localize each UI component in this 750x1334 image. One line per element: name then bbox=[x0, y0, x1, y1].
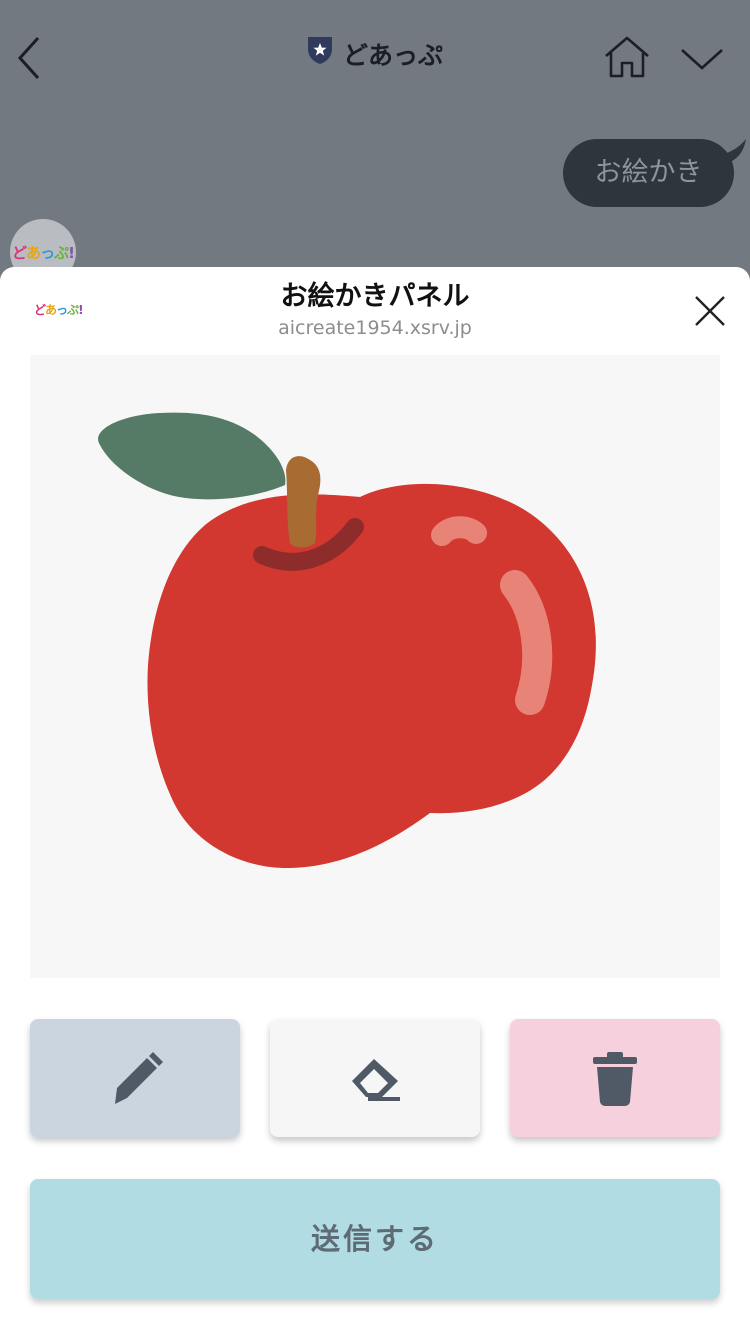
close-button[interactable] bbox=[690, 291, 730, 331]
eraser-icon bbox=[352, 1059, 400, 1101]
apple-drawing bbox=[98, 412, 596, 869]
stem-stroke bbox=[286, 456, 321, 548]
panel-domain: aicreate1954.xsrv.jp bbox=[278, 317, 472, 339]
message-bubble: お絵かき bbox=[563, 139, 734, 207]
home-button[interactable] bbox=[600, 34, 654, 82]
close-icon bbox=[695, 296, 725, 326]
bot-logo: どあっぷ! bbox=[12, 243, 75, 262]
bubble-tail bbox=[716, 139, 746, 165]
drawing-panel-sheet: どあっぷ! お絵かきパネル aicreate1954.xsrv.jp 送信する bbox=[0, 267, 750, 1334]
drawing-canvas[interactable] bbox=[30, 355, 720, 978]
shield-star-icon bbox=[307, 35, 333, 79]
chat-background: どあっぷ お絵かき どあっぷ! bbox=[0, 0, 750, 300]
highlight-dot-stroke bbox=[431, 516, 487, 546]
menu-toggle-button[interactable] bbox=[678, 40, 726, 80]
leaf-stroke bbox=[98, 412, 286, 500]
chevron-down-icon bbox=[681, 49, 723, 70]
trash-icon bbox=[593, 1052, 637, 1106]
eraser-tool-button[interactable] bbox=[270, 1019, 480, 1137]
pencil-icon bbox=[115, 1052, 163, 1104]
panel-title: お絵かきパネル bbox=[280, 281, 470, 312]
chat-room-name: どあっぷ bbox=[342, 41, 443, 70]
clear-canvas-button[interactable] bbox=[510, 1019, 720, 1137]
home-icon bbox=[605, 36, 649, 78]
send-button[interactable]: 送信する bbox=[30, 1179, 720, 1299]
pencil-tool-button[interactable] bbox=[30, 1019, 240, 1137]
